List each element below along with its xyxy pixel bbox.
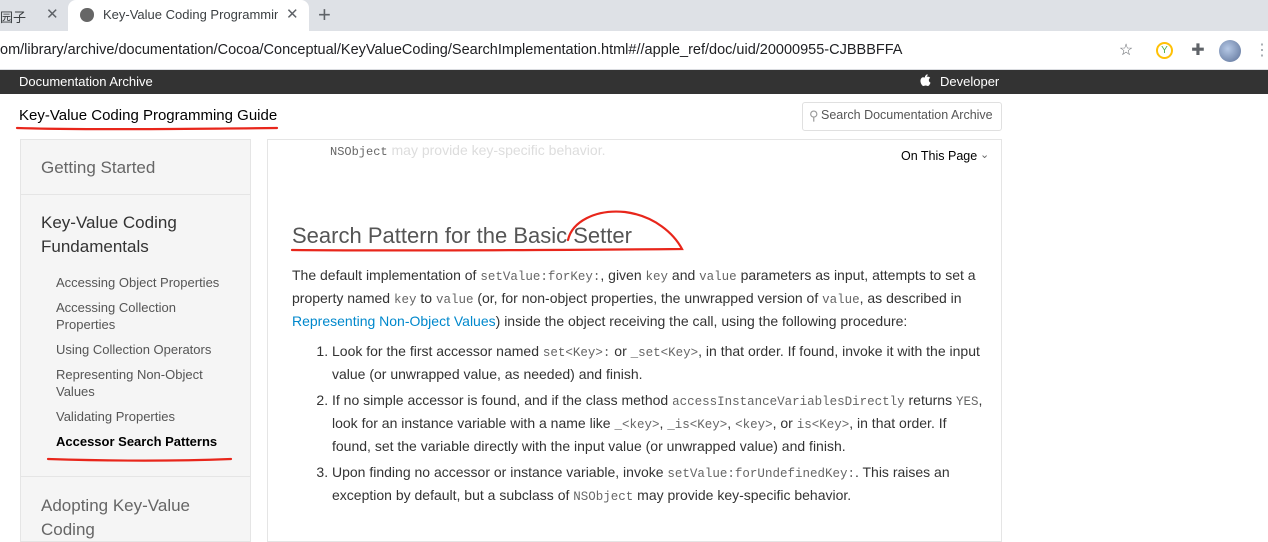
list-item: If no simple accessor is found, and if t… xyxy=(332,390,986,457)
apple-favicon-icon xyxy=(80,8,94,22)
close-icon[interactable]: ✕ xyxy=(46,5,59,23)
sidebar-item-accessing-object-properties[interactable]: Accessing Object Properties xyxy=(56,274,231,291)
new-tab-button[interactable]: + xyxy=(318,2,331,28)
sidebar-item-getting-started[interactable]: Getting Started xyxy=(41,158,155,178)
sidebar-section-kvc-fundamentals[interactable]: Key-Value Coding Fundamentals xyxy=(41,211,241,259)
developer-link[interactable]: Developer xyxy=(940,74,999,89)
browser-tab-previous[interactable]: 园子 ✕ xyxy=(0,0,68,31)
representing-non-object-values-link[interactable]: Representing Non-Object Values xyxy=(292,313,496,329)
tab-title: 园子 xyxy=(0,10,27,25)
search-box: ⚲ xyxy=(802,102,1002,131)
guide-title[interactable]: Key-Value Coding Programming Guide xyxy=(19,107,277,124)
scrolled-ghost-text: NSObject may provide key-specific behavi… xyxy=(330,142,606,159)
intro-paragraph: The default implementation of setValue:f… xyxy=(292,267,976,329)
bookmark-star-icon[interactable]: ☆ xyxy=(1116,40,1136,60)
sidebar-item-adopting-kvc[interactable]: Adopting Key-Value Coding xyxy=(41,494,241,541)
documentation-archive-link[interactable]: Documentation Archive xyxy=(19,74,153,89)
extension-icon[interactable]: Y xyxy=(1156,42,1173,59)
menu-dots-icon[interactable]: ⋮ xyxy=(1252,40,1268,60)
section-heading: Search Pattern for the Basic Setter xyxy=(292,223,632,248)
divider xyxy=(21,476,250,477)
search-input[interactable] xyxy=(821,108,999,122)
procedure-list: Look for the first accessor named set<Ke… xyxy=(316,341,986,513)
puzzle-extensions-icon[interactable]: ✚ xyxy=(1188,40,1208,60)
browser-tab-active[interactable]: Key-Value Coding Programming Guide ✕ xyxy=(68,0,309,31)
on-this-page-menu[interactable]: On This Page xyxy=(901,149,977,163)
list-item: Look for the first accessor named set<Ke… xyxy=(332,341,986,385)
sidebar-item-representing-non-object-values[interactable]: Representing Non-Object Values xyxy=(56,366,231,400)
list-item: Upon finding no accessor or instance var… xyxy=(332,462,986,508)
sidebar-item-accessing-collection-properties[interactable]: Accessing Collection Properties xyxy=(56,299,231,333)
address-bar: om/library/archive/documentation/Cocoa/C… xyxy=(0,31,1268,70)
sidebar-item-accessor-search-patterns[interactable]: Accessor Search Patterns xyxy=(56,433,231,450)
chevron-down-icon[interactable]: ⌄ xyxy=(980,148,989,161)
sidebar-item-using-collection-operators[interactable]: Using Collection Operators xyxy=(56,341,231,358)
annotation-underline-guide-title xyxy=(15,126,279,131)
tab-title: Key-Value Coding Programming Guide xyxy=(103,7,278,22)
close-icon[interactable]: ✕ xyxy=(286,5,299,23)
profile-avatar[interactable] xyxy=(1219,40,1241,62)
sidebar-item-validating-properties[interactable]: Validating Properties xyxy=(56,408,231,425)
url-text[interactable]: om/library/archive/documentation/Cocoa/C… xyxy=(0,42,902,58)
apple-logo-icon xyxy=(920,74,931,87)
search-icon: ⚲ xyxy=(809,108,819,123)
site-header-bar: Documentation Archive Developer xyxy=(0,70,1268,94)
sidebar-nav: Getting Started Key-Value Coding Fundame… xyxy=(20,139,251,542)
main-content: NSObject may provide key-specific behavi… xyxy=(267,139,1002,542)
browser-tab-bar: 园子 ✕ Key-Value Coding Programming Guide … xyxy=(0,0,1268,31)
divider xyxy=(21,194,250,195)
